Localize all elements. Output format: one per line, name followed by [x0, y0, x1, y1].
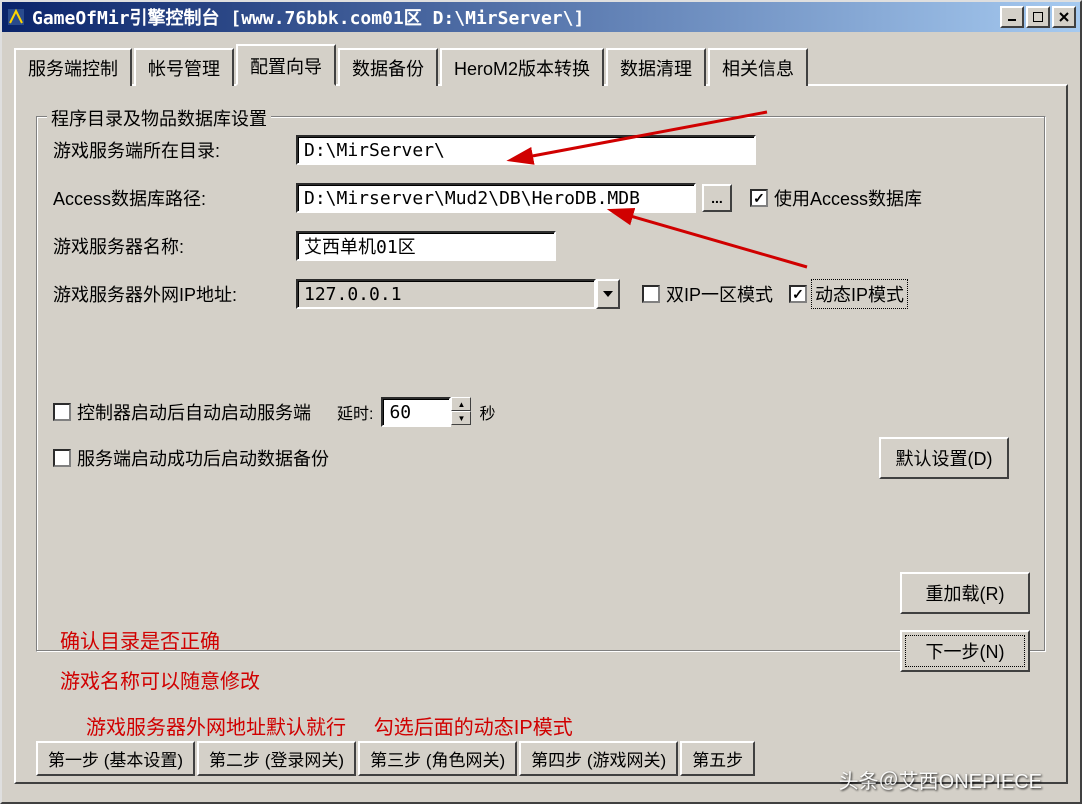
delay-label: 延时: — [337, 400, 373, 424]
minimize-button[interactable] — [1000, 6, 1024, 28]
tab-data-backup[interactable]: 数据备份 — [338, 48, 438, 86]
checkbox-dyn-ip-label: 动态IP模式 — [813, 281, 906, 307]
input-delay[interactable] — [381, 397, 451, 427]
window-title: GameOfMir引擎控制台 [www.76bbk.com01区 D:\MirS… — [32, 4, 584, 30]
titlebar-buttons — [1000, 6, 1076, 28]
close-button[interactable] — [1052, 6, 1076, 28]
program-dir-fieldset: 程序目录及物品数据库设置 游戏服务端所在目录: Access数据库路径: ... — [36, 116, 1046, 652]
tab-account-manage[interactable]: 帐号管理 — [134, 48, 234, 86]
spinner-up-icon[interactable]: ▲ — [451, 397, 471, 411]
checkbox-auto-backup[interactable]: 服务端启动成功后启动数据备份 — [53, 445, 329, 471]
side-buttons: 重加载(R) 下一步(N) — [900, 572, 1030, 672]
tab-config-wizard[interactable]: 配置向导 — [236, 44, 336, 86]
spinner-down-icon[interactable]: ▼ — [451, 411, 471, 425]
combo-external-ip[interactable] — [296, 279, 620, 309]
label-server-name: 游戏服务器名称: — [53, 233, 288, 259]
titlebar: GameOfMir引擎控制台 [www.76bbk.com01区 D:\MirS… — [2, 2, 1080, 32]
delay-suffix: 秒 — [479, 400, 495, 424]
checkbox-auto-start[interactable]: 控制器启动后自动启动服务端 — [53, 399, 311, 425]
checkbox-use-access-label: 使用Access数据库 — [774, 185, 922, 211]
annotation-notes-2: 游戏服务器外网地址默认就行 勾选后面的动态IP模式 — [86, 711, 573, 740]
app-window: GameOfMir引擎控制台 [www.76bbk.com01区 D:\MirS… — [0, 0, 1082, 804]
label-server-dir: 游戏服务端所在目录: — [53, 137, 288, 163]
tab-data-cleanup[interactable]: 数据清理 — [606, 48, 706, 86]
maximize-button[interactable] — [1026, 6, 1050, 28]
label-external-ip: 游戏服务器外网IP地址: — [53, 281, 288, 307]
default-settings-button[interactable]: 默认设置(D) — [879, 437, 1009, 479]
client-area: 服务端控制 帐号管理 配置向导 数据备份 HeroM2版本转换 数据清理 相关信… — [2, 32, 1080, 802]
row-access-path: Access数据库路径: ... ✓ 使用Access数据库 — [53, 183, 1029, 213]
step-tab-2[interactable]: 第二步 (登录网关) — [197, 741, 356, 776]
spinner-buttons: ▲ ▼ — [451, 397, 471, 427]
checkbox-dual-ip-label: 双IP一区模式 — [666, 281, 773, 307]
row-server-name: 游戏服务器名称: — [53, 231, 1029, 261]
checkbox-use-access[interactable]: ✓ 使用Access数据库 — [750, 185, 922, 211]
note-line-3b: 勾选后面的动态IP模式 — [374, 717, 573, 739]
app-icon — [6, 7, 26, 27]
reload-button[interactable]: 重加载(R) — [900, 572, 1030, 614]
checkbox-dual-ip[interactable]: 双IP一区模式 — [642, 281, 773, 307]
fieldset-legend: 程序目录及物品数据库设置 — [47, 105, 271, 131]
input-server-name[interactable] — [296, 231, 556, 261]
tab-herom2-convert[interactable]: HeroM2版本转换 — [440, 48, 604, 86]
note-line-2: 游戏名称可以随意修改 — [60, 662, 260, 702]
delay-spinner[interactable]: ▲ ▼ — [381, 397, 471, 427]
note-line-3a: 游戏服务器外网地址默认就行 — [86, 717, 346, 739]
checkbox-box — [642, 285, 660, 303]
step-tabstrip: 第一步 (基本设置) 第二步 (登录网关) 第三步 (角色网关) 第四步 (游戏… — [36, 741, 1046, 776]
checkbox-auto-start-label: 控制器启动后自动启动服务端 — [77, 399, 311, 425]
default-settings-wrap: 默认设置(D) — [879, 437, 1009, 479]
checkbox-box — [53, 449, 71, 467]
checkbox-dyn-ip[interactable]: ✓ 动态IP模式 — [789, 281, 906, 307]
annotation-notes: 确认目录是否正确 游戏名称可以随意修改 — [60, 622, 260, 702]
browse-button[interactable]: ... — [702, 184, 732, 212]
step-tab-4[interactable]: 第四步 (游戏网关) — [519, 741, 678, 776]
step-tab-3[interactable]: 第三步 (角色网关) — [358, 741, 517, 776]
tab-server-control[interactable]: 服务端控制 — [14, 48, 132, 86]
label-access-path: Access数据库路径: — [53, 185, 288, 211]
input-access-path[interactable] — [296, 183, 696, 213]
row-auto-start: 控制器启动后自动启动服务端 延时: ▲ ▼ 秒 — [53, 397, 1029, 427]
tab-related-info[interactable]: 相关信息 — [708, 48, 808, 86]
config-wizard-panel: 程序目录及物品数据库设置 游戏服务端所在目录: Access数据库路径: ... — [14, 84, 1068, 784]
check-icon: ✓ — [750, 189, 768, 207]
next-step-button[interactable]: 下一步(N) — [900, 630, 1030, 672]
main-tabstrip: 服务端控制 帐号管理 配置向导 数据备份 HeroM2版本转换 数据清理 相关信… — [14, 44, 1068, 84]
chevron-down-icon[interactable] — [596, 279, 620, 309]
row-server-dir: 游戏服务端所在目录: — [53, 135, 1029, 165]
check-icon: ✓ — [789, 285, 807, 303]
spacer — [53, 327, 1029, 397]
note-line-1: 确认目录是否正确 — [60, 622, 260, 662]
input-server-dir[interactable] — [296, 135, 756, 165]
input-external-ip[interactable] — [296, 279, 596, 309]
step-tab-1[interactable]: 第一步 (基本设置) — [36, 741, 195, 776]
checkbox-auto-backup-label: 服务端启动成功后启动数据备份 — [77, 445, 329, 471]
row-external-ip: 游戏服务器外网IP地址: 双IP一区模式 ✓ 动态IP模式 — [53, 279, 1029, 309]
checkbox-box — [53, 403, 71, 421]
step-tab-5[interactable]: 第五步 — [680, 741, 755, 776]
